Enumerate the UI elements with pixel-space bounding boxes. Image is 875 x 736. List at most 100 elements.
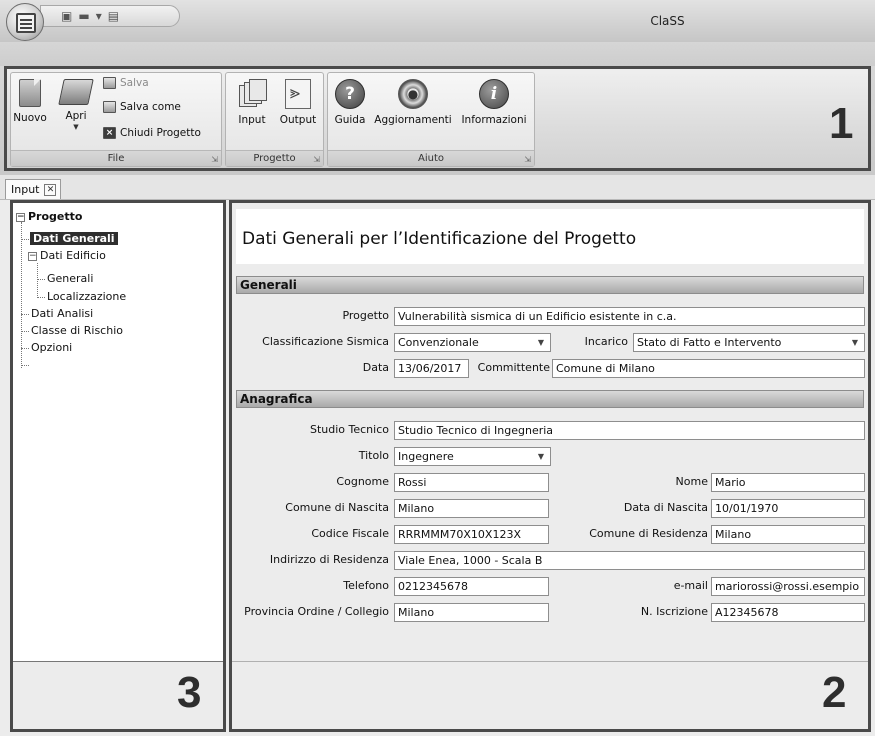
tree-item-opzioni[interactable]: Opzioni xyxy=(31,340,72,356)
progetto-field[interactable]: Vulnerabilità sismica di un Edificio esi… xyxy=(394,307,865,326)
apri-label: Apri xyxy=(65,110,87,122)
tab-input[interactable]: Input ✕ xyxy=(5,179,62,199)
folder-open-icon xyxy=(58,79,94,105)
indirizzo-di-residenza-field[interactable]: Viale Enea, 1000 - Scala B xyxy=(394,551,865,570)
save-icon xyxy=(103,77,116,89)
guida-button[interactable]: ? Guida xyxy=(331,79,369,126)
provincia-ordine-collegio-field[interactable]: Milano xyxy=(394,603,549,622)
tree-item-dati-generali[interactable]: Dati Generali xyxy=(30,231,118,247)
project-tree: − Progetto Dati Generali − Dati Edificio G… xyxy=(13,205,223,662)
provincia-ordine-collegio-label: Provincia Ordine / Collegio xyxy=(244,605,389,618)
titolo-value: Ingegnere xyxy=(398,450,454,463)
info-icon: i xyxy=(479,79,509,109)
dialog-launcher-icon[interactable]: ⇲ xyxy=(524,155,531,164)
close-icon: × xyxy=(103,127,116,139)
form-header: Dati Generali per l’Identificazione del … xyxy=(236,209,864,264)
salva-label: Salva xyxy=(120,77,149,89)
informazioni-label: Informazioni xyxy=(461,114,527,126)
dialog-launcher-icon[interactable]: ⇲ xyxy=(313,155,320,164)
nuovo-button[interactable]: Nuovo xyxy=(13,79,47,124)
titolo-label: Titolo xyxy=(358,449,389,462)
ribbon-tab-strip xyxy=(0,42,875,66)
update-icon: ● xyxy=(398,79,428,109)
region-marker-2: 2 xyxy=(822,668,847,717)
apri-button[interactable]: Apri ▼ xyxy=(51,79,101,131)
ribbon-group-aiuto: ? Guida ● Aggiornamenti i Informazioni A… xyxy=(327,72,535,167)
data-field[interactable]: 13/06/2017 xyxy=(394,359,469,378)
close-icon[interactable]: ✕ xyxy=(44,183,57,196)
telefono-label: Telefono xyxy=(343,579,389,592)
cognome-field[interactable]: Rossi xyxy=(394,473,549,492)
classificazione-sismica-label: Classificazione Sismica xyxy=(262,335,389,348)
chevron-down-icon: ▼ xyxy=(73,123,79,131)
save-as-icon xyxy=(103,101,116,113)
new-document-icon xyxy=(19,79,41,107)
email-field[interactable]: mariorossi@rossi.esempio xyxy=(711,577,865,596)
app-menu-button[interactable] xyxy=(6,3,44,41)
telefono-field[interactable]: 0212345678 xyxy=(394,577,549,596)
app-logo-icon xyxy=(16,13,36,33)
pdf-icon xyxy=(285,79,311,109)
data-di-nascita-field[interactable]: 10/01/1970 xyxy=(711,499,865,518)
nome-field[interactable]: Mario xyxy=(711,473,865,492)
ribbon-body: Nuovo Apri ▼ Salva Salva come × Chiudi P… xyxy=(4,66,871,171)
collapse-icon[interactable]: − xyxy=(28,251,37,261)
nuovo-label: Nuovo xyxy=(13,112,47,124)
committente-field[interactable]: Comune di Milano xyxy=(552,359,865,378)
aggiornamenti-button[interactable]: ● Aggiornamenti xyxy=(373,79,453,126)
tab-input-label: Input xyxy=(11,183,40,196)
tree-item-progetto[interactable]: − Progetto xyxy=(16,209,82,225)
aggiornamenti-label: Aggiornamenti xyxy=(374,114,452,126)
committente-label: Committente xyxy=(477,361,550,374)
classificazione-sismica-select[interactable]: Convenzionale ▼ xyxy=(394,333,551,352)
incarico-select[interactable]: Stato di Fatto e Intervento ▼ xyxy=(633,333,865,352)
ribbon: Nuovo Apri ▼ Salva Salva come × Chiudi P… xyxy=(0,42,875,175)
form-footer: 2 xyxy=(232,661,868,729)
title-bar: ▣ ▬ ▾ ▤ ClaSS xyxy=(0,0,875,42)
chevron-down-icon: ▼ xyxy=(851,338,858,347)
region-marker-1: 1 xyxy=(829,99,854,148)
region-marker-3: 3 xyxy=(177,668,202,717)
informazioni-button[interactable]: i Informazioni xyxy=(455,79,533,126)
titolo-select[interactable]: Ingegnere ▼ xyxy=(394,447,551,466)
incarico-label: Incarico xyxy=(584,335,628,348)
comune-di-residenza-field[interactable]: Milano xyxy=(711,525,865,544)
cognome-label: Cognome xyxy=(336,475,389,488)
nome-label: Nome xyxy=(675,475,708,488)
chiudi-progetto-button[interactable]: × Chiudi Progetto xyxy=(103,127,201,139)
dialog-launcher-icon[interactable]: ⇲ xyxy=(211,155,218,164)
salva-come-button[interactable]: Salva come xyxy=(103,101,181,113)
classificazione-sismica-value: Convenzionale xyxy=(398,336,479,349)
output-label: Output xyxy=(279,114,317,126)
output-button[interactable]: Output xyxy=(276,79,320,126)
comune-di-residenza-label: Comune di Residenza xyxy=(589,527,708,540)
salva-button[interactable]: Salva xyxy=(103,77,149,89)
chevron-down-icon: ▼ xyxy=(537,338,544,347)
window-title: ClaSS xyxy=(650,14,685,28)
tree-item-dati-edificio[interactable]: − Dati Edificio xyxy=(28,248,106,264)
studio-tecnico-field[interactable]: Studio Tecnico di Ingegneria xyxy=(394,421,865,440)
data-di-nascita-label: Data di Nascita xyxy=(623,501,708,514)
indirizzo-di-residenza-label: Indirizzo di Residenza xyxy=(269,553,389,566)
comune-di-nascita-field[interactable]: Milano xyxy=(394,499,549,518)
input-button[interactable]: Input xyxy=(230,79,274,126)
progetto-label: Progetto xyxy=(342,309,389,322)
section-header-anagrafica: Anagrafica xyxy=(236,390,864,408)
collapse-icon[interactable]: − xyxy=(16,212,25,222)
navigation-pane: − Progetto Dati Generali − Dati Edificio G… xyxy=(10,200,226,732)
page-title: Dati Generali per l’Identificazione del … xyxy=(242,229,637,249)
group-label-file: File xyxy=(11,150,221,166)
comune-di-nascita-label: Comune di Nascita xyxy=(285,501,389,514)
studio-tecnico-label: Studio Tecnico xyxy=(309,423,389,436)
group-label-aiuto: Aiuto xyxy=(328,150,534,166)
tree-item-generali[interactable]: Generali xyxy=(47,271,93,287)
ribbon-group-progetto: Input Output Progetto ⇲ xyxy=(225,72,324,167)
tree-item-classe-di-rischio[interactable]: Classe di Rischio xyxy=(31,323,123,339)
section-header-generali: Generali xyxy=(236,276,864,294)
tree-item-dati-analisi[interactable]: Dati Analisi xyxy=(31,306,93,322)
chiudi-progetto-label: Chiudi Progetto xyxy=(120,127,201,139)
numero-iscrizione-field[interactable]: A12345678 xyxy=(711,603,865,622)
tree-item-localizzazione[interactable]: Localizzazione xyxy=(47,289,126,305)
codice-fiscale-field[interactable]: RRRMMM70X10X123X xyxy=(394,525,549,544)
input-label: Input xyxy=(238,114,266,126)
